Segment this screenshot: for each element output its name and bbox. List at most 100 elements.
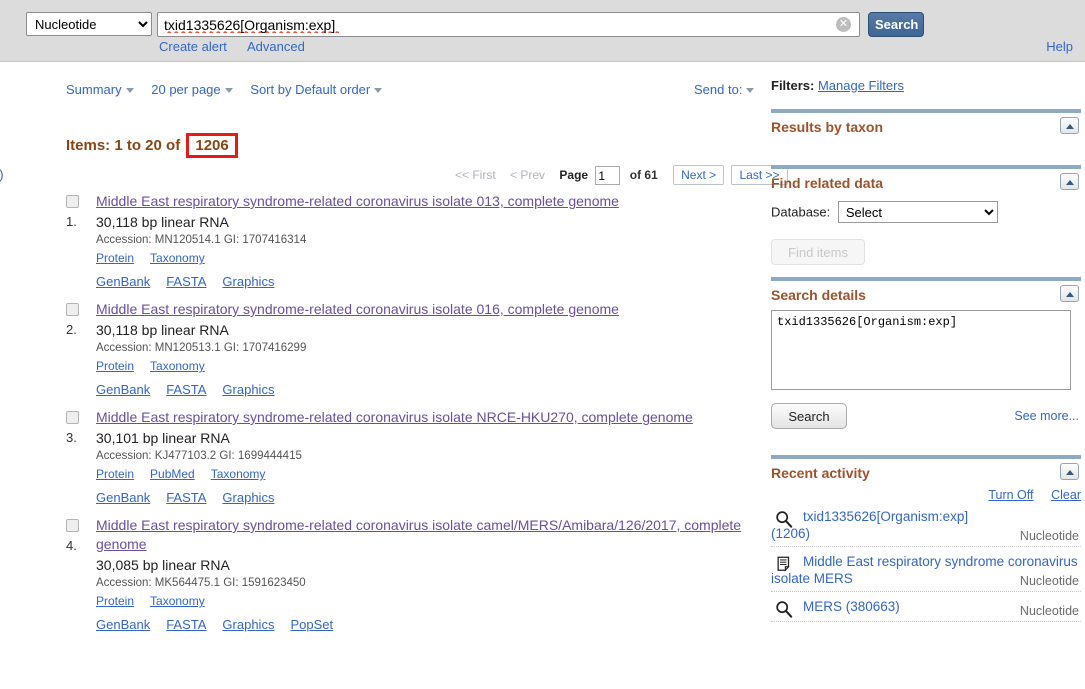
turn-off-link[interactable]: Turn Off [988, 488, 1033, 502]
result-item: 2. Middle East respiratory syndrome-relat… [66, 300, 766, 401]
result-format-link[interactable]: FASTA [166, 274, 206, 289]
result-checkbox[interactable] [66, 303, 79, 316]
record-icon [775, 555, 793, 573]
recent-activity-database: Nucleotide [1019, 604, 1079, 618]
result-related-link[interactable]: PubMed [150, 467, 195, 481]
result-checkbox[interactable] [66, 411, 79, 424]
per-page-menu[interactable]: 20 per page [151, 82, 233, 97]
clear-link[interactable]: Clear [1051, 488, 1081, 502]
search-button[interactable]: Search [868, 12, 924, 37]
recent-activity-link[interactable]: txid1335626[Organism:exp] (1206) [771, 509, 968, 541]
result-format-links: GenBank FASTA Graphics [96, 267, 766, 293]
recent-activity-controls: Turn Off Clear [771, 487, 1081, 502]
recent-activity-list: txid1335626[Organism:exp] (1206) Nucleoti… [771, 502, 1081, 622]
result-format-link[interactable]: GenBank [96, 382, 150, 397]
manage-filters-link[interactable]: Manage Filters [818, 78, 904, 93]
result-format-link[interactable]: Graphics [222, 274, 274, 289]
result-related-link[interactable]: Taxonomy [150, 251, 205, 265]
find-related-data-header: Find related data [771, 173, 1081, 195]
result-related-link[interactable]: Taxonomy [150, 359, 205, 373]
result-related-link[interactable]: Protein [96, 594, 134, 608]
search-box[interactable]: ✕ [157, 12, 860, 37]
result-item: 4. Middle East respiratory syndrome-relat… [66, 516, 766, 636]
send-to-menu[interactable]: Send to: [694, 82, 755, 97]
result-format-links: GenBank FASTA Graphics PopSet [96, 610, 766, 636]
clear-search-icon[interactable]: ✕ [836, 17, 851, 32]
total-pages-label: of 61 [629, 168, 658, 182]
result-format-link[interactable]: FASTA [166, 490, 206, 505]
result-checkbox[interactable] [66, 519, 79, 532]
portlet-divider [771, 455, 1081, 459]
result-format-link[interactable]: FASTA [166, 382, 206, 397]
result-related-links: Protein Taxonomy [96, 357, 766, 375]
result-related-link[interactable]: Taxonomy [211, 467, 266, 481]
result-related-link[interactable]: Protein [96, 251, 134, 265]
search-icon [775, 510, 793, 528]
recent-activity-item[interactable]: Middle East respiratory syndrome coronav… [771, 547, 1081, 592]
result-format-link[interactable]: GenBank [96, 490, 150, 505]
collapse-toggle-button[interactable] [1060, 117, 1079, 134]
page-number-input[interactable] [595, 166, 621, 186]
result-format-link[interactable]: Graphics [222, 382, 274, 397]
find-related-data-title: Find related data [771, 175, 884, 191]
result-format-link[interactable]: GenBank [96, 617, 150, 632]
result-number: 4. [66, 538, 77, 553]
result-related-links: Protein Taxonomy [96, 249, 766, 267]
top-search-bar: Nucleotide ✕ Search Create alert Advance… [0, 0, 1085, 62]
result-accession: Accession: MN120513.1 GI: 1707416299 [96, 342, 307, 354]
result-related-link[interactable]: Protein [96, 467, 134, 481]
search-icon [775, 600, 793, 618]
database-selector[interactable]: Nucleotide [26, 12, 152, 36]
result-title-link[interactable]: Middle East respiratory syndrome-related… [96, 516, 766, 554]
first-page-button: << First [455, 168, 496, 182]
next-page-button[interactable]: Next > [673, 165, 725, 185]
result-format-links: GenBank FASTA Graphics [96, 375, 766, 401]
per-page-label: 20 per page [151, 82, 221, 97]
result-related-link[interactable]: Taxonomy [150, 594, 205, 608]
search-input[interactable] [162, 13, 832, 36]
display-format-menu[interactable]: Summary [66, 82, 134, 97]
see-more-link[interactable]: See more... [1014, 409, 1079, 423]
search-details-textarea[interactable]: txid1335626[Organism:exp] [771, 310, 1071, 390]
result-body: Middle East respiratory syndrome-related… [96, 300, 766, 401]
result-related-link[interactable]: Protein [96, 359, 134, 373]
result-number: 2. [66, 322, 77, 337]
result-checkbox[interactable] [66, 195, 79, 208]
collapse-toggle-button[interactable] [1060, 463, 1079, 480]
result-format-links: GenBank FASTA Graphics [96, 483, 766, 509]
chevron-down-icon [125, 88, 134, 94]
help-link[interactable]: Help [1046, 39, 1073, 54]
sort-label: Sort by Default order [250, 82, 371, 97]
collapse-toggle-button[interactable] [1060, 173, 1079, 190]
collapse-toggle-button[interactable] [1060, 285, 1079, 302]
result-number: 1. [66, 214, 77, 229]
result-title-link[interactable]: Middle East respiratory syndrome-related… [96, 192, 766, 211]
recent-activity-link[interactable]: MERS (380663) [803, 599, 974, 614]
advanced-search-link[interactable]: Advanced [247, 39, 305, 54]
result-format-link[interactable]: Graphics [222, 490, 274, 505]
recent-activity-item[interactable]: MERS (380663) Nucleotide [771, 592, 1081, 622]
related-database-select[interactable]: Select [837, 201, 998, 223]
result-format-link[interactable]: FASTA [166, 617, 206, 632]
result-format-link[interactable]: GenBank [96, 274, 150, 289]
result-length: 30,118 bp linear RNA [96, 214, 229, 230]
search-details-search-button[interactable]: Search [771, 403, 847, 429]
chevron-up-icon [1066, 180, 1074, 185]
result-format-link[interactable]: Graphics [222, 617, 274, 632]
result-length: 30,101 bp linear RNA [96, 430, 230, 446]
filters-label: Filters: [771, 78, 815, 93]
result-title-link[interactable]: Middle East respiratory syndrome-related… [96, 300, 766, 319]
result-title-link[interactable]: Middle East respiratory syndrome-related… [96, 408, 766, 427]
create-alert-link[interactable]: Create alert [159, 39, 227, 54]
left-edge-fragment-1: 4) [0, 167, 4, 182]
portlet-results-by-taxon: Results by taxon [771, 109, 1081, 161]
result-format-link[interactable]: PopSet [290, 617, 333, 632]
portlet-recent-activity: Recent activity Turn Off Clear txid13356… [771, 455, 1081, 622]
chevron-down-icon [374, 88, 383, 94]
result-item: 3. Middle East respiratory syndrome-relat… [66, 408, 766, 509]
recent-activity-item[interactable]: txid1335626[Organism:exp] (1206) Nucleoti… [771, 502, 1081, 547]
recent-activity-header: Recent activity [771, 463, 1081, 485]
sort-menu[interactable]: Sort by Default order [250, 82, 383, 97]
results-display-toolbar: Summary 20 per page Sort by Default orde… [66, 82, 396, 97]
recent-activity-database: Nucleotide [1019, 529, 1079, 543]
